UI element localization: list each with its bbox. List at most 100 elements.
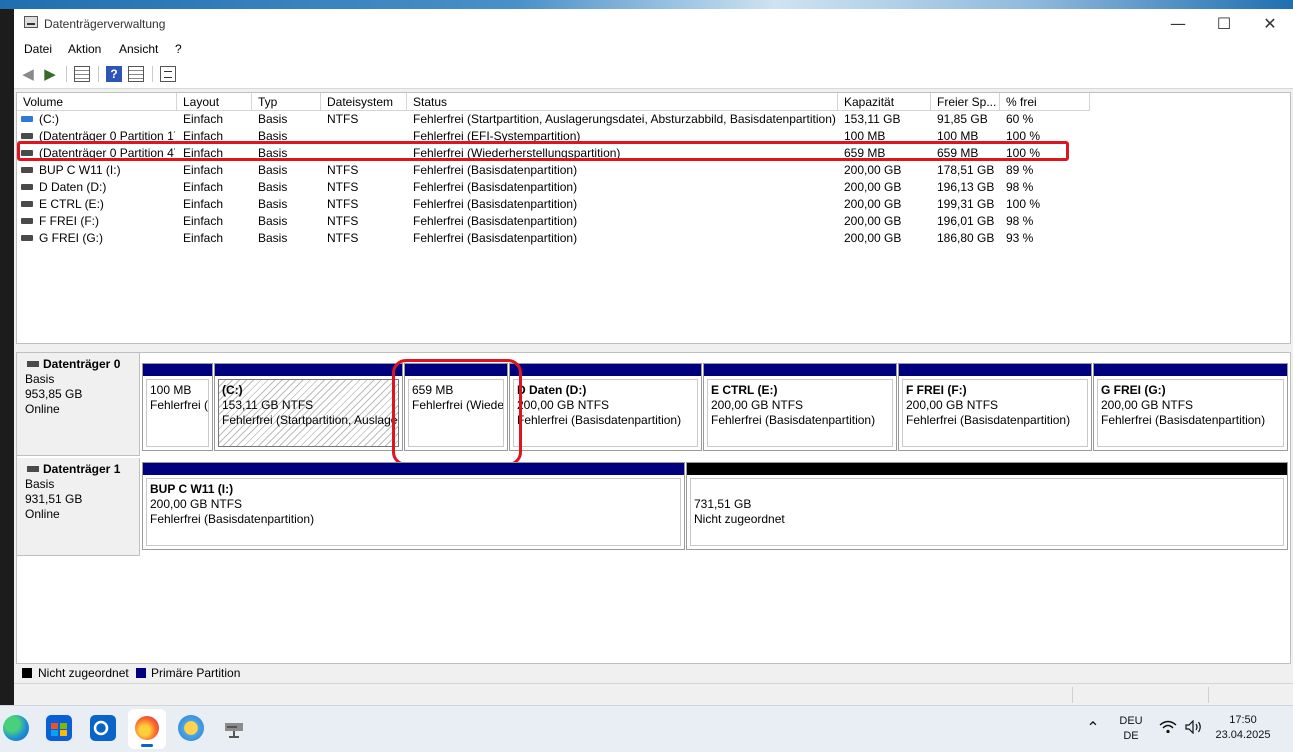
- drive-icon: [21, 184, 33, 190]
- partition-body: (C:) 153,11 GB NTFS Fehlerfrei (Startpar…: [218, 379, 399, 447]
- legend-label-unallocated: Nicht zugeordnet: [38, 666, 129, 680]
- maximize-button[interactable]: ☐: [1201, 9, 1247, 38]
- partition-name: F FREI (F:): [906, 383, 967, 397]
- column-header-layout[interactable]: Layout: [177, 93, 252, 111]
- table-row[interactable]: G FREI (G:) Einfach Basis NTFS Fehlerfre…: [17, 230, 1290, 247]
- disk-management-window: Datenträgerverwaltung — ☐ ✕ Datei Aktion…: [14, 9, 1293, 705]
- cell-freier-speicher: 178,51 GB: [937, 163, 995, 177]
- partition-efi[interactable]: 100 MB Fehlerfrei (EFI-Systempartition): [142, 363, 213, 451]
- drive-icon: [21, 235, 33, 241]
- partition-g[interactable]: G FREI (G:) 200,00 GB NTFS Fehlerfrei (B…: [1093, 363, 1288, 451]
- cell-volume: E CTRL (E:): [39, 197, 104, 211]
- show-hidden-icons-chevron-icon[interactable]: ⌃: [1085, 718, 1101, 738]
- cell-typ: Basis: [258, 180, 288, 194]
- partition-c[interactable]: (C:) 153,11 GB NTFS Fehlerfrei (Startpar…: [214, 363, 403, 451]
- properties-icon[interactable]: [160, 66, 176, 82]
- table-row[interactable]: E CTRL (E:) Einfach Basis NTFS Fehlerfre…: [17, 196, 1290, 213]
- speaker-glyph: [1185, 719, 1201, 735]
- partition-name: G FREI (G:): [1101, 383, 1166, 397]
- partition-status: Fehlerfrei (Basisdatenpartition): [517, 413, 682, 427]
- volume-speaker-icon[interactable]: [1183, 719, 1203, 737]
- column-header-status[interactable]: Status: [407, 93, 838, 111]
- weather-sun-icon[interactable]: [178, 715, 204, 741]
- partition-body: 100 MB Fehlerfrei (EFI-Systempartition): [146, 379, 209, 447]
- table-row[interactable]: (C:) Einfach Basis NTFS Fehlerfrei (Star…: [17, 111, 1290, 128]
- clock[interactable]: 17:50 23.04.2025: [1208, 714, 1278, 741]
- partition-f[interactable]: F FREI (F:) 200,00 GB NTFS Fehlerfrei (B…: [898, 363, 1092, 451]
- minimize-button[interactable]: —: [1155, 9, 1201, 38]
- cell-typ: Basis: [258, 112, 288, 126]
- status-bar-separator: [1208, 687, 1209, 703]
- disk-0-label[interactable]: Datenträger 0 Basis 953,85 GB Online: [17, 353, 140, 456]
- cell-typ: Basis: [258, 214, 288, 228]
- partition-size: 200,00 GB NTFS: [150, 497, 243, 511]
- cell-dateisystem: NTFS: [327, 231, 359, 245]
- wifi-icon[interactable]: [1158, 720, 1178, 737]
- partition-status: Fehlerfrei (Basisdatenpartition): [711, 413, 876, 427]
- partition-size: 200,00 GB NTFS: [1101, 398, 1194, 412]
- toolbar: ◀ ▶ ?: [14, 60, 1293, 89]
- show-hide-console-tree-icon[interactable]: [74, 66, 90, 82]
- cell-kapazitaet: 200,00 GB: [844, 231, 902, 245]
- partition-size: 100 MB: [150, 383, 192, 397]
- column-header-typ[interactable]: Typ: [252, 93, 321, 111]
- input-language-indicator[interactable]: DEU DE: [1113, 715, 1149, 742]
- cell-kapazitaet: 200,00 GB: [844, 197, 902, 211]
- cell-kapazitaet: 153,11 GB: [844, 112, 901, 126]
- partition-bar: [1094, 364, 1287, 376]
- edge-icon[interactable]: [3, 715, 29, 741]
- cell-volume: (C:): [39, 112, 59, 126]
- table-row[interactable]: D Daten (D:) Einfach Basis NTFS Fehlerfr…: [17, 179, 1290, 196]
- menu-aktion[interactable]: Aktion: [68, 42, 101, 56]
- partition-unallocated[interactable]: 731,51 GB Nicht zugeordnet: [686, 462, 1288, 550]
- desktop-left-edge: [0, 9, 14, 705]
- menu-ansicht[interactable]: Ansicht: [119, 42, 158, 56]
- cell-layout: Einfach: [183, 112, 224, 126]
- status-bar-separator: [1072, 687, 1073, 703]
- back-arrow-icon[interactable]: ◀: [20, 66, 36, 82]
- cell-prozent-frei: 89 %: [1006, 163, 1034, 177]
- cell-status: Fehlerfrei (Basisdatenpartition): [413, 180, 578, 194]
- drive-icon: [21, 218, 33, 224]
- outlook-icon[interactable]: [90, 715, 116, 741]
- partition-i[interactable]: BUP C W11 (I:) 200,00 GB NTFS Fehlerfrei…: [142, 462, 685, 550]
- network-drive-icon[interactable]: [221, 715, 247, 741]
- desktop-background-strip: [0, 0, 1293, 9]
- table-row[interactable]: BUP C W11 (I:) Einfach Basis NTFS Fehler…: [17, 162, 1290, 179]
- menu-help[interactable]: ?: [175, 42, 182, 56]
- help-icon[interactable]: ?: [106, 66, 122, 82]
- clock-time: 17:50: [1229, 714, 1257, 726]
- partition-body: G FREI (G:) 200,00 GB NTFS Fehlerfrei (B…: [1097, 379, 1284, 447]
- firefox-active-tile[interactable]: [128, 709, 166, 749]
- cell-freier-speicher: 196,01 GB: [937, 214, 995, 228]
- active-app-indicator: [141, 744, 153, 747]
- column-header-prozent-frei[interactable]: % frei: [1000, 93, 1090, 111]
- menu-datei[interactable]: Datei: [24, 42, 52, 56]
- partition-d[interactable]: D Daten (D:) 200,00 GB NTFS Fehlerfrei (…: [509, 363, 702, 451]
- cell-status: Fehlerfrei (Basisdatenpartition): [413, 163, 578, 177]
- list-view-icon[interactable]: [128, 66, 144, 82]
- table-row[interactable]: F FREI (F:) Einfach Basis NTFS Fehlerfre…: [17, 213, 1290, 230]
- toolbar-separator: [98, 66, 99, 82]
- cell-typ: Basis: [258, 197, 288, 211]
- partition-bar: [510, 364, 701, 376]
- cell-layout: Einfach: [183, 180, 224, 194]
- cell-kapazitaet: 200,00 GB: [844, 180, 902, 194]
- drive-icon: [21, 167, 33, 173]
- forward-arrow-icon[interactable]: ▶: [42, 66, 58, 82]
- column-header-kapazitaet[interactable]: Kapazität: [838, 93, 931, 111]
- cell-kapazitaet: 200,00 GB: [844, 163, 902, 177]
- column-header-freier-speicher[interactable]: Freier Sp...: [931, 93, 1000, 111]
- disk-1-label[interactable]: Datenträger 1 Basis 931,51 GB Online: [17, 458, 140, 556]
- cell-typ: Basis: [258, 231, 288, 245]
- cell-dateisystem: NTFS: [327, 163, 359, 177]
- cell-volume: BUP C W11 (I:): [39, 163, 121, 177]
- close-button[interactable]: ✕: [1247, 9, 1293, 38]
- toolbar-separator: [66, 66, 67, 82]
- red-highlight-annotation: [17, 141, 1069, 161]
- column-header-volume[interactable]: Volume: [17, 93, 177, 111]
- microsoft-store-icon[interactable]: [46, 715, 72, 741]
- title-bar[interactable]: Datenträgerverwaltung — ☐ ✕: [14, 9, 1293, 38]
- column-header-dateisystem[interactable]: Dateisystem: [321, 93, 407, 111]
- partition-e[interactable]: E CTRL (E:) 200,00 GB NTFS Fehlerfrei (B…: [703, 363, 897, 451]
